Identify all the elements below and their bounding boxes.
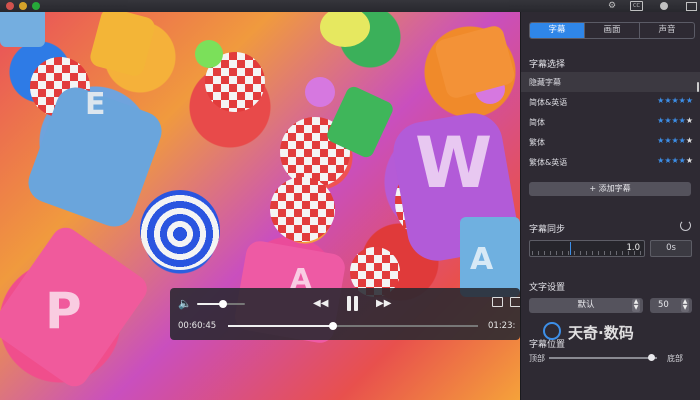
letter-p: P <box>45 282 82 340</box>
yellow-ball <box>320 12 370 47</box>
text-settings-title: 文字设置 <box>529 283 566 293</box>
volume-slider[interactable] <box>197 300 245 308</box>
star-icon: ★ <box>685 156 693 165</box>
blue-cube <box>0 12 45 47</box>
green-ball <box>195 40 223 68</box>
star-icon: ★ <box>671 116 679 125</box>
star-icon: ★ <box>685 116 693 125</box>
star-icon: ★ <box>671 96 679 105</box>
sync-seconds-field[interactable]: 0s <box>650 240 692 257</box>
pink-ball <box>305 77 335 107</box>
tab-audio[interactable]: 声音 <box>640 23 694 38</box>
watermark-text: 天奇·数码 <box>568 324 634 342</box>
star-icon: ★ <box>678 96 686 105</box>
progress-slider[interactable] <box>228 322 478 330</box>
letter-w: W <box>415 122 493 204</box>
elapsed-time: 00:60:45 <box>178 321 217 331</box>
font-size-value: 50 <box>658 300 669 310</box>
subtitle-option[interactable]: 隐藏字幕 <box>521 72 700 92</box>
sync-indicator <box>570 242 571 255</box>
fast-forward-icon[interactable]: ▶▶ <box>376 298 391 309</box>
subtitle-option-label: 繁体&英语 <box>529 158 568 167</box>
subtitle-select-title: 字幕选择 <box>529 60 566 70</box>
subtitle-option-label: 简体 <box>529 118 545 127</box>
subtitle-option-label: 隐藏字幕 <box>529 78 561 87</box>
subtitle-option[interactable]: 简体 ★★★★★ <box>521 112 700 132</box>
minimize-window-button[interactable] <box>19 2 27 10</box>
rating-stars: ★★★★★ <box>657 96 693 105</box>
remaining-time: 01:23: <box>488 321 516 331</box>
gear-icon[interactable]: ⚙ <box>608 1 616 11</box>
rating-stars: ★★★★★ <box>657 116 693 125</box>
star-icon: ★ <box>685 136 693 145</box>
sync-slider-field[interactable]: 1.0 <box>529 240 645 257</box>
video-frame[interactable]: E W P A A <box>0 12 520 400</box>
pause-button[interactable] <box>345 296 359 311</box>
subtitle-option[interactable]: 简体&英语 ★★★★★ <box>521 92 700 112</box>
tab-picture[interactable]: 画面 <box>585 23 640 38</box>
star-icon: ★ <box>671 136 679 145</box>
zoom-window-button[interactable] <box>32 2 40 10</box>
airplay-icon[interactable] <box>660 2 668 10</box>
subtitle-option[interactable]: 繁体 ★★★★★ <box>521 132 700 152</box>
chevron-updown-icon: ▲ ▼ <box>632 298 640 312</box>
star-icon: ★ <box>678 116 686 125</box>
star-icon: ★ <box>678 136 686 145</box>
yellow-letter <box>88 12 157 79</box>
progress-knob[interactable] <box>329 322 337 330</box>
star-icon: ★ <box>671 156 679 165</box>
subtitle-option-label: 简体&英语 <box>529 98 568 107</box>
star-icon: ★ <box>678 156 686 165</box>
striped-ball <box>140 190 220 270</box>
picture-in-picture-icon[interactable] <box>492 297 503 307</box>
checkered-ball <box>270 177 335 242</box>
sidebar-toggle-icon[interactable] <box>686 2 697 11</box>
watermark-logo-icon <box>543 322 561 340</box>
tab-subtitles[interactable]: 字幕 <box>530 23 585 38</box>
player-controls: 🔈 ◀◀ ▶▶ 00:60:45 01:23: <box>170 288 521 340</box>
title-bar: ⚙ CC <box>0 0 700 12</box>
volume-knob[interactable] <box>219 300 228 308</box>
font-select-value: 默认 <box>577 300 595 310</box>
chevron-updown-icon: ▲ ▼ <box>681 298 689 312</box>
font-size-select[interactable]: 50 ▲ ▼ <box>650 298 692 313</box>
close-window-button[interactable] <box>6 2 14 10</box>
subtitle-sync-title: 字幕同步 <box>529 225 566 235</box>
star-icon: ★ <box>685 96 693 105</box>
rating-stars: ★★★★★ <box>657 136 693 145</box>
add-subtitle-button[interactable]: + 添加字幕 <box>529 182 691 196</box>
panel-tabs: 字幕 画面 声音 <box>529 22 695 39</box>
volume-icon[interactable]: 🔈 <box>178 298 192 309</box>
rating-stars: ★★★★★ <box>657 156 693 165</box>
subtitle-option-label: 繁体 <box>529 138 545 147</box>
position-slider[interactable] <box>549 354 657 361</box>
refresh-icon[interactable] <box>680 220 691 231</box>
rewind-icon[interactable]: ◀◀ <box>313 298 328 309</box>
position-bottom-label: 底部 <box>667 354 683 363</box>
font-select[interactable]: 默认 ▲ ▼ <box>529 298 643 313</box>
list-scrollbar[interactable] <box>697 82 699 92</box>
sync-value: 1.0 <box>626 243 640 253</box>
letter-e: E <box>85 87 106 122</box>
subtitle-cc-icon[interactable]: CC <box>630 1 643 11</box>
letter-a: A <box>470 242 494 277</box>
position-top-label: 顶部 <box>529 354 545 363</box>
subtitle-option[interactable]: 繁体&英语 ★★★★★ <box>521 152 700 172</box>
progress-fill <box>228 325 333 327</box>
position-knob[interactable] <box>647 354 655 361</box>
